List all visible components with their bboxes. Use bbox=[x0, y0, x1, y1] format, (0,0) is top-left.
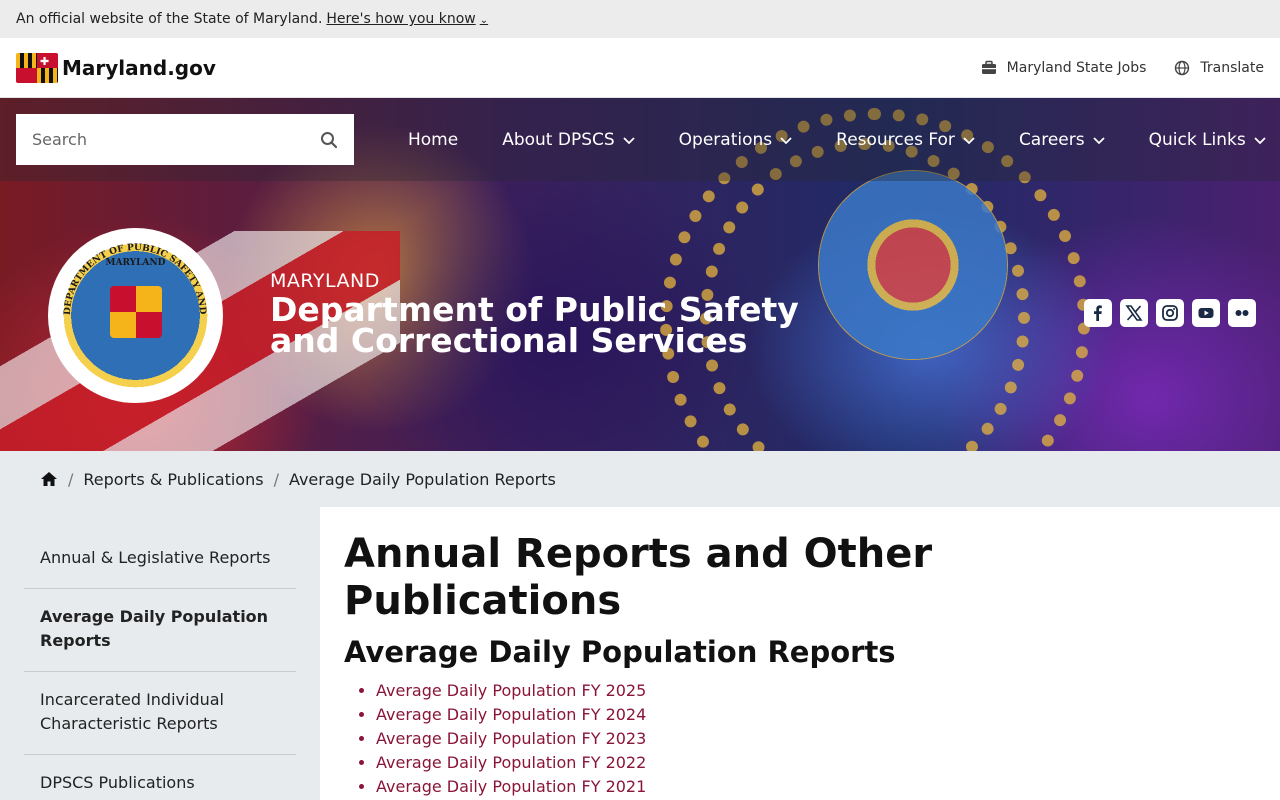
nav-home-label: Home bbox=[408, 129, 459, 150]
globe-icon bbox=[1175, 60, 1190, 75]
dpscs-seal-logo[interactable]: DEPARTMENT OF PUBLIC SAFETY AND CORRECTI… bbox=[48, 228, 223, 403]
breadcrumb-current: Average Daily Population Reports bbox=[288, 469, 556, 489]
nav-careers[interactable]: Careers bbox=[997, 130, 1127, 150]
chevron-down-icon bbox=[1254, 136, 1266, 144]
breadcrumb: / Reports & Publications / Average Daily… bbox=[0, 451, 1280, 507]
report-link-list: Average Daily Population FY 2025 Average… bbox=[344, 679, 1256, 799]
translate-button[interactable]: Translate bbox=[1174, 60, 1264, 76]
nav-operations[interactable]: Operations bbox=[657, 130, 814, 150]
nav-quick-links-label: Quick Links bbox=[1148, 129, 1246, 150]
sidebar-item-annual-legislative[interactable]: Annual & Legislative Reports bbox=[24, 519, 296, 589]
search-input[interactable] bbox=[32, 130, 292, 149]
seal-inner-text: MARYLAND bbox=[105, 258, 166, 268]
facebook-icon[interactable] bbox=[1084, 299, 1112, 327]
main-nav-bar: Home About DPSCS Operations Resources Fo… bbox=[0, 98, 1280, 181]
breadcrumb-separator: / bbox=[273, 469, 279, 489]
official-site-banner: An official website of the State of Mary… bbox=[0, 0, 1280, 38]
hero-banner: Home About DPSCS Operations Resources Fo… bbox=[0, 98, 1280, 451]
nav-home[interactable]: Home bbox=[386, 130, 480, 150]
report-link-fy2024[interactable]: Average Daily Population FY 2024 bbox=[376, 705, 646, 724]
list-item: Average Daily Population FY 2025 bbox=[376, 679, 1256, 703]
sidebar-item-dpscs-publications[interactable]: DPSCS Publications bbox=[24, 755, 296, 800]
page-title: Annual Reports and Other Publications bbox=[344, 531, 933, 624]
how-you-know-link[interactable]: Here's how you know ⌄ bbox=[326, 11, 488, 27]
maryland-gov-logo[interactable]: ✚ Maryland.gov bbox=[16, 52, 216, 83]
nav-about-label: About DPSCS bbox=[502, 129, 615, 150]
list-item: Average Daily Population FY 2024 bbox=[376, 703, 1256, 727]
nav-about-dpscs[interactable]: About DPSCS bbox=[480, 130, 656, 150]
agency-title-block: MARYLAND Department of Public Safety and… bbox=[270, 270, 870, 357]
report-link-fy2022[interactable]: Average Daily Population FY 2022 bbox=[376, 753, 646, 772]
maryland-crest-icon bbox=[110, 286, 162, 338]
official-site-text: An official website of the State of Mary… bbox=[16, 11, 323, 27]
social-links bbox=[1084, 299, 1256, 327]
nav-resources-label: Resources For bbox=[836, 129, 955, 150]
briefcase-icon bbox=[981, 60, 996, 74]
utility-links: Maryland State Jobs Translate bbox=[981, 60, 1264, 76]
instagram-icon[interactable] bbox=[1156, 299, 1184, 327]
list-item: Average Daily Population FY 2022 bbox=[376, 751, 1256, 775]
nav-resources-for[interactable]: Resources For bbox=[814, 130, 997, 150]
x-icon[interactable] bbox=[1120, 299, 1148, 327]
sidebar-nav: Annual & Legislative Reports Average Dai… bbox=[0, 507, 320, 800]
page-content: Annual Reports and Other Publications Av… bbox=[320, 507, 1280, 800]
chevron-down-icon bbox=[963, 136, 975, 144]
translate-label: Translate bbox=[1200, 59, 1264, 76]
agency-name[interactable]: Department of Public Safety and Correcti… bbox=[270, 293, 870, 357]
section-heading: Average Daily Population Reports bbox=[344, 635, 896, 669]
maryland-gov-logo-text: Maryland.gov bbox=[62, 55, 216, 80]
nav-careers-label: Careers bbox=[1018, 129, 1085, 150]
report-link-fy2023[interactable]: Average Daily Population FY 2023 bbox=[376, 729, 646, 748]
maryland-gov-header: ✚ Maryland.gov Maryland State Jobs Trans… bbox=[0, 38, 1280, 98]
state-jobs-label: Maryland State Jobs bbox=[1006, 59, 1147, 76]
home-icon[interactable] bbox=[40, 470, 58, 488]
agency-state: MARYLAND bbox=[270, 270, 380, 292]
how-you-know-label: Here's how you know bbox=[326, 11, 476, 27]
list-item: Average Daily Population FY 2023 bbox=[376, 727, 1256, 751]
chevron-down-icon bbox=[623, 136, 635, 144]
chevron-down-icon: ⌄ bbox=[479, 15, 489, 26]
primary-nav: Home About DPSCS Operations Resources Fo… bbox=[386, 98, 1280, 181]
report-link-fy2025[interactable]: Average Daily Population FY 2025 bbox=[376, 681, 646, 700]
chevron-down-icon bbox=[1092, 136, 1105, 144]
breadcrumb-reports-publications[interactable]: Reports & Publications bbox=[83, 470, 263, 489]
nav-operations-label: Operations bbox=[678, 129, 773, 150]
main-content-area: Annual & Legislative Reports Average Dai… bbox=[0, 507, 1280, 800]
chevron-down-icon bbox=[780, 136, 792, 144]
breadcrumb-separator: / bbox=[68, 469, 74, 489]
search-icon[interactable] bbox=[320, 131, 338, 149]
sidebar-item-average-daily-population[interactable]: Average Daily Population Reports bbox=[24, 589, 296, 672]
sidebar-item-incarcerated-characteristics[interactable]: Incarcerated Individual Characteristic R… bbox=[24, 672, 296, 755]
nav-quick-links[interactable]: Quick Links bbox=[1127, 130, 1280, 150]
report-link-fy2021[interactable]: Average Daily Population FY 2021 bbox=[376, 777, 646, 796]
flickr-icon[interactable] bbox=[1228, 299, 1256, 327]
search-box bbox=[16, 114, 354, 165]
maryland-flag-icon: ✚ bbox=[16, 52, 58, 83]
state-jobs-link[interactable]: Maryland State Jobs bbox=[981, 59, 1147, 76]
youtube-icon[interactable] bbox=[1192, 299, 1220, 327]
list-item: Average Daily Population FY 2021 bbox=[376, 775, 1256, 799]
